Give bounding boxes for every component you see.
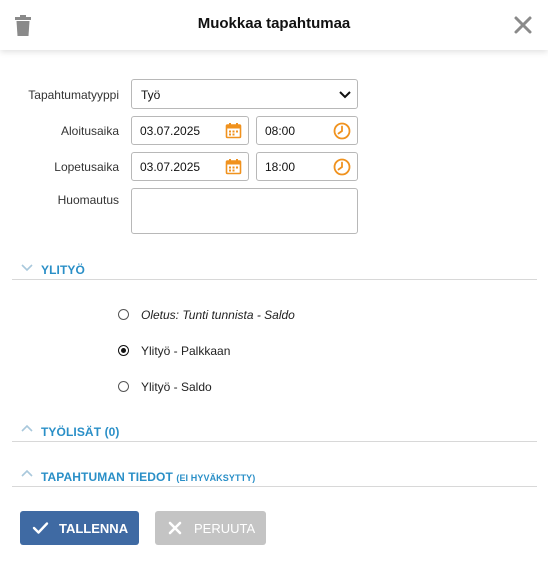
save-button[interactable]: TALLENNA [20,511,139,545]
start-label: Aloitusaika [60,124,119,138]
details-section-title: TAPAHTUMAN TIEDOT (EI HYVÄKSYTTY) [41,470,255,484]
save-button-label: TALLENNA [59,521,129,536]
start-date-value: 03.07.2025 [140,124,201,138]
clock-icon[interactable] [333,158,351,176]
overtime-option-label: Ylityö - Palkkaan [141,344,231,358]
close-icon[interactable] [512,14,534,36]
chevron-down-icon [339,91,351,99]
start-date-field[interactable]: 03.07.2025 [131,116,249,145]
radio-button[interactable] [118,381,129,392]
check-icon [32,522,49,534]
details-status-text: (EI HYVÄKSYTTY) [176,473,256,483]
cancel-button[interactable]: PERUUTA [155,511,266,545]
start-time-field[interactable]: 08:00 [256,116,358,145]
chevron-down-icon [21,264,33,272]
overtime-section-header[interactable]: YLITYÖ [12,259,537,280]
radio-button[interactable] [118,309,129,320]
radio-button-selected[interactable] [118,345,129,356]
end-date-value: 03.07.2025 [140,160,201,174]
end-label: Lopetusaika [54,160,119,174]
dialog-header: Muokkaa tapahtumaa [0,0,548,50]
dialog-title: Muokkaa tapahtumaa [197,15,351,32]
details-title-text: TAPAHTUMAN TIEDOT [41,470,173,484]
event-type-select[interactable]: Työ [131,79,358,109]
event-type-value: Työ [141,88,161,102]
cancel-button-label: PERUUTA [194,521,256,536]
radio-dot [121,348,126,353]
chevron-up-icon [21,424,33,432]
end-time-value: 18:00 [265,160,296,174]
end-time-field[interactable]: 18:00 [256,152,358,181]
event-type-label: Tapahtumatyyppi [28,88,119,102]
end-date-field[interactable]: 03.07.2025 [131,152,249,181]
start-time-value: 08:00 [265,124,296,138]
clock-icon[interactable] [333,122,351,140]
chevron-up-icon [21,469,33,477]
allowances-section-title: TYÖLISÄT (0) [41,425,120,439]
overtime-option-label: Ylityö - Saldo [141,380,212,394]
calendar-icon[interactable] [225,122,242,139]
note-textarea[interactable] [131,188,358,234]
overtime-section-title: YLITYÖ [41,263,85,277]
details-section-header[interactable]: TAPAHTUMAN TIEDOT (EI HYVÄKSYTTY) [12,466,537,487]
note-label: Huomautus [57,193,119,207]
allowances-section-header[interactable]: TYÖLISÄT (0) [12,421,537,442]
x-icon [168,521,182,535]
overtime-option-label: Oletus: Tunti tunnista - Saldo [141,308,295,322]
calendar-icon[interactable] [225,158,242,175]
